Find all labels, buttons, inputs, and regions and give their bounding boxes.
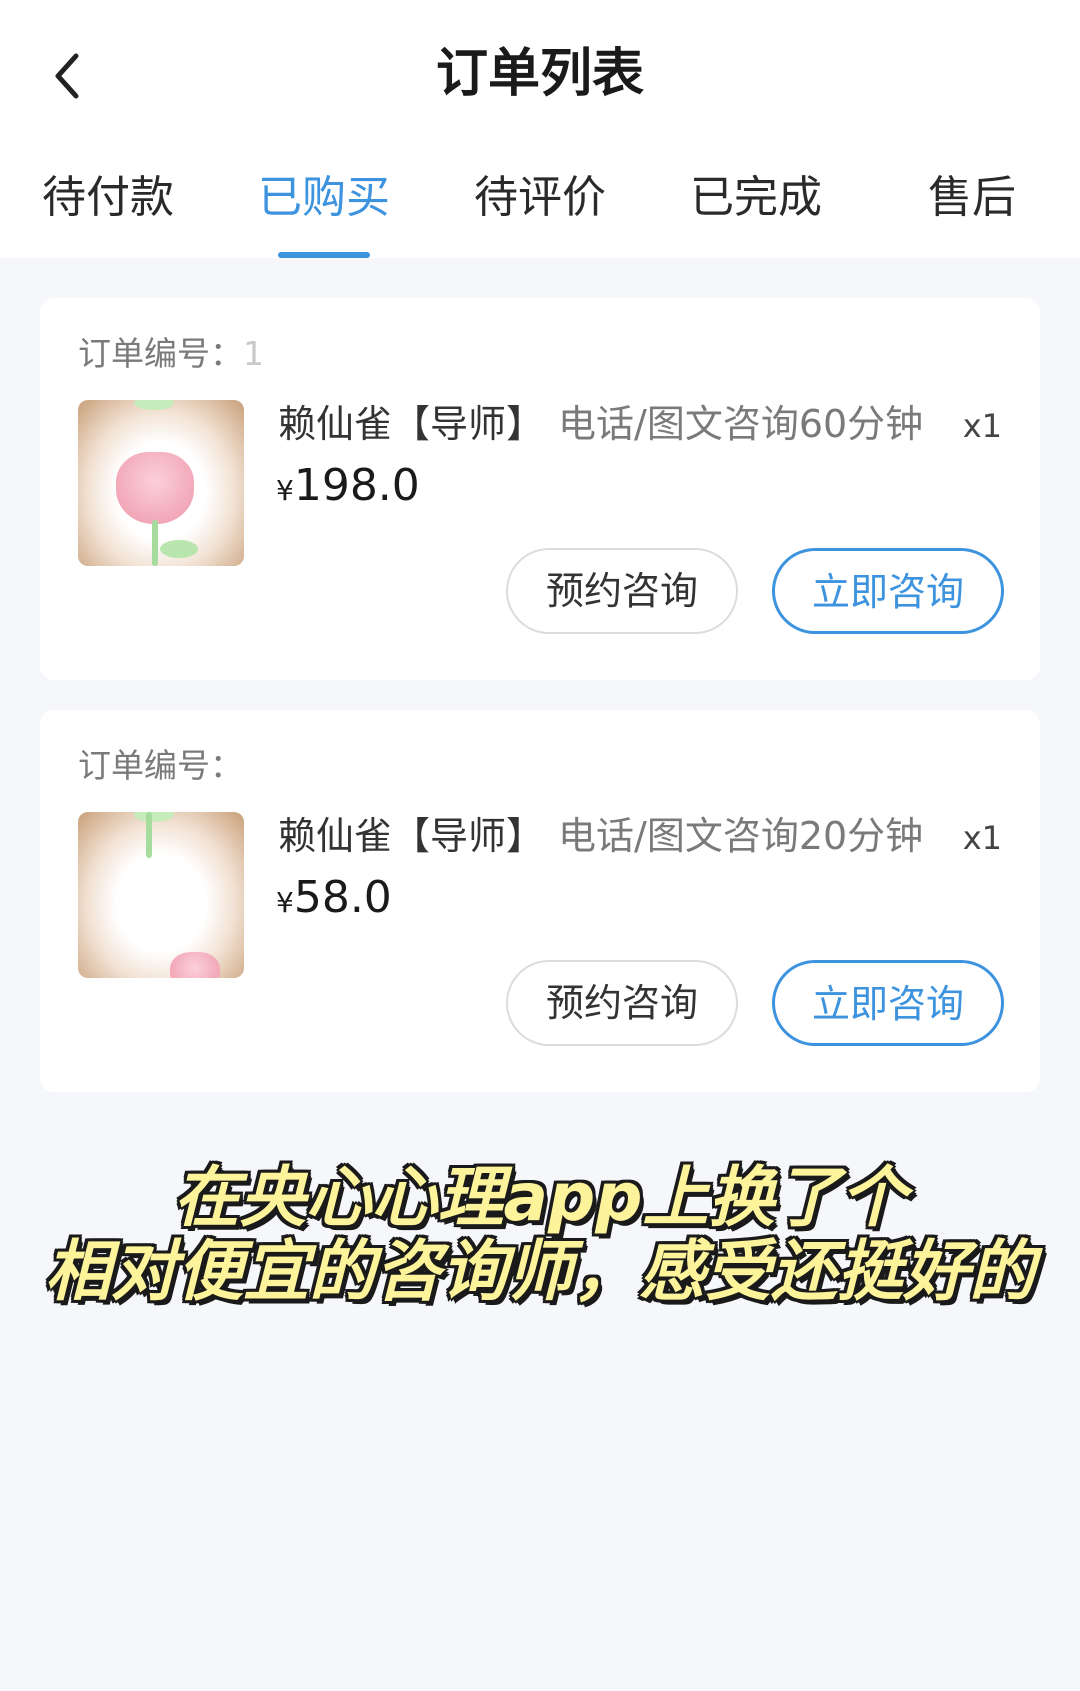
tab-purchased[interactable]: 已购买: [258, 168, 390, 228]
leaf-decoration: [134, 400, 174, 410]
order-card[interactable]: 订单编号： 赖仙雀【导师】 电话/图文咨询20分钟 x1 ¥58.0 预约咨询 立…: [40, 710, 1040, 1092]
quantity: x1: [962, 407, 1002, 445]
consult-now-button[interactable]: 立即咨询: [772, 960, 1004, 1046]
quantity: x1: [962, 819, 1002, 857]
price: ¥198.0: [276, 454, 420, 523]
video-caption-line-2: 相对便宜的咨询师，感受还挺好的: [45, 1233, 1035, 1310]
reserve-consult-button[interactable]: 预约咨询: [506, 548, 738, 634]
page-title: 订单列表: [435, 44, 644, 104]
price-value: 58.0: [293, 872, 392, 923]
tab-pending-payment[interactable]: 待付款: [42, 168, 174, 228]
reserve-consult-button[interactable]: 预约咨询: [506, 960, 738, 1046]
currency-symbol: ¥: [276, 474, 294, 507]
counselor-name: 赖仙雀【导师】: [278, 402, 545, 446]
counselor-avatar: [78, 812, 244, 978]
order-number-label: 订单编号：: [78, 746, 243, 785]
currency-symbol: ¥: [276, 886, 294, 919]
leaf-decoration: [134, 812, 174, 822]
tulip-image: [170, 952, 220, 978]
tab-after-sales[interactable]: 售后: [928, 168, 1016, 228]
tab-pending-review[interactable]: 待评价: [474, 168, 606, 228]
tulip-image: [116, 452, 194, 524]
consult-now-button[interactable]: 立即咨询: [772, 548, 1004, 634]
price-value: 198.0: [293, 460, 420, 511]
counselor-avatar: [78, 400, 244, 566]
order-number-value: 1: [243, 334, 264, 373]
order-number: 订单编号：1: [78, 330, 264, 378]
price: ¥58.0: [276, 866, 392, 935]
product-title: 赖仙雀【导师】 电话/图文咨询60分钟: [278, 396, 998, 452]
order-number-label: 订单编号：: [78, 334, 243, 373]
stem-decoration: [152, 520, 158, 566]
order-card[interactable]: 订单编号：1 赖仙雀【导师】 电话/图文咨询60分钟 x1 ¥198.0 预约咨询…: [40, 298, 1040, 680]
video-caption-line-1: 在央心心理app上换了个: [173, 1159, 907, 1236]
active-tab-indicator: [278, 252, 370, 258]
order-number: 订单编号：: [78, 742, 243, 790]
leaf-decoration: [160, 540, 198, 558]
service-description: 电话/图文咨询60分钟: [558, 402, 924, 446]
stem-decoration: [146, 812, 152, 858]
order-status-tabs: 待付款 已购买 待评价 已完成 售后: [0, 160, 1080, 258]
product-title: 赖仙雀【导师】 电话/图文咨询20分钟: [278, 808, 998, 864]
app-header: 订单列表 待付款 已购买 待评价 已完成 售后: [0, 0, 1080, 258]
counselor-name: 赖仙雀【导师】: [278, 814, 545, 858]
tab-completed[interactable]: 已完成: [690, 168, 822, 228]
service-description: 电话/图文咨询20分钟: [558, 814, 924, 858]
